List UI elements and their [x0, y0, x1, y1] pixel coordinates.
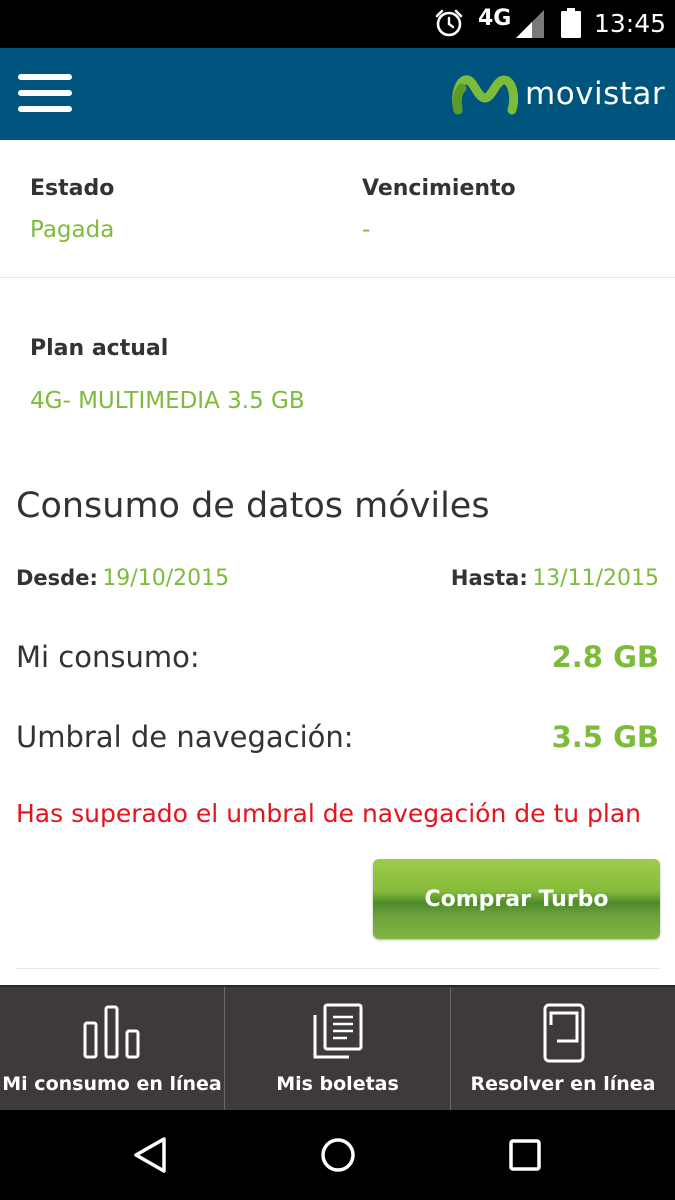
threshold-warning: Has superado el umbral de navegación de …	[16, 799, 642, 828]
date-from: Desde: 19/10/2015	[16, 566, 229, 591]
home-icon[interactable]	[319, 1136, 357, 1174]
app-header: movistar	[0, 48, 675, 140]
mi-consumo-value: 2.8 GB	[551, 640, 659, 674]
vencimiento-label: Vencimiento	[362, 176, 516, 201]
hasta-value: 13/11/2015	[532, 566, 659, 591]
recent-apps-icon[interactable]	[508, 1138, 542, 1172]
plan-label: Plan actual	[30, 336, 169, 361]
clock-time: 13:45	[594, 9, 667, 38]
status-bar: 4G 13:45	[0, 0, 675, 48]
tab-mi-consumo[interactable]: Mi consumo en línea	[0, 987, 224, 1112]
vencimiento-value: -	[362, 217, 371, 243]
system-nav-bar	[0, 1110, 675, 1200]
tab-label: Mis boletas	[276, 1073, 399, 1095]
brand-name: movistar	[525, 76, 666, 112]
hasta-label: Hasta:	[450, 566, 528, 590]
signal-icon	[516, 10, 544, 38]
plan-value: 4G- MULTIMEDIA 3.5 GB	[30, 388, 305, 414]
estado-label: Estado	[30, 176, 115, 201]
hamburger-menu-icon[interactable]	[18, 74, 72, 114]
bottom-tab-bar: Mi consumo en línea Mis boletas Resolver…	[0, 985, 675, 1112]
alarm-clock-icon	[435, 9, 463, 37]
account-status-row: Estado Pagada Vencimiento -	[0, 140, 675, 278]
tab-label: Resolver en línea	[470, 1073, 656, 1095]
documents-icon	[313, 1003, 363, 1059]
divider	[16, 968, 660, 969]
date-to: Hasta: 13/11/2015	[451, 566, 659, 591]
back-icon[interactable]	[132, 1136, 168, 1174]
umbral-label: Umbral de navegación:	[16, 720, 354, 754]
device-icon	[543, 1003, 585, 1063]
network-type: 4G	[478, 6, 512, 31]
comprar-turbo-button[interactable]: Comprar Turbo	[373, 859, 660, 939]
desde-value: 19/10/2015	[102, 566, 230, 591]
umbral-value: 3.5 GB	[551, 720, 659, 754]
bar-chart-icon	[83, 1005, 140, 1059]
tab-resolver-en-linea[interactable]: Resolver en línea	[450, 987, 675, 1112]
mi-consumo-label: Mi consumo:	[16, 640, 200, 674]
movistar-logo-icon	[452, 75, 518, 115]
desde-label: Desde:	[16, 566, 98, 590]
estado-value: Pagada	[30, 217, 115, 243]
tab-mis-boletas[interactable]: Mis boletas	[224, 987, 450, 1112]
section-title: Consumo de datos móviles	[16, 486, 490, 526]
battery-icon	[561, 8, 581, 38]
tab-label: Mi consumo en línea	[2, 1073, 222, 1095]
